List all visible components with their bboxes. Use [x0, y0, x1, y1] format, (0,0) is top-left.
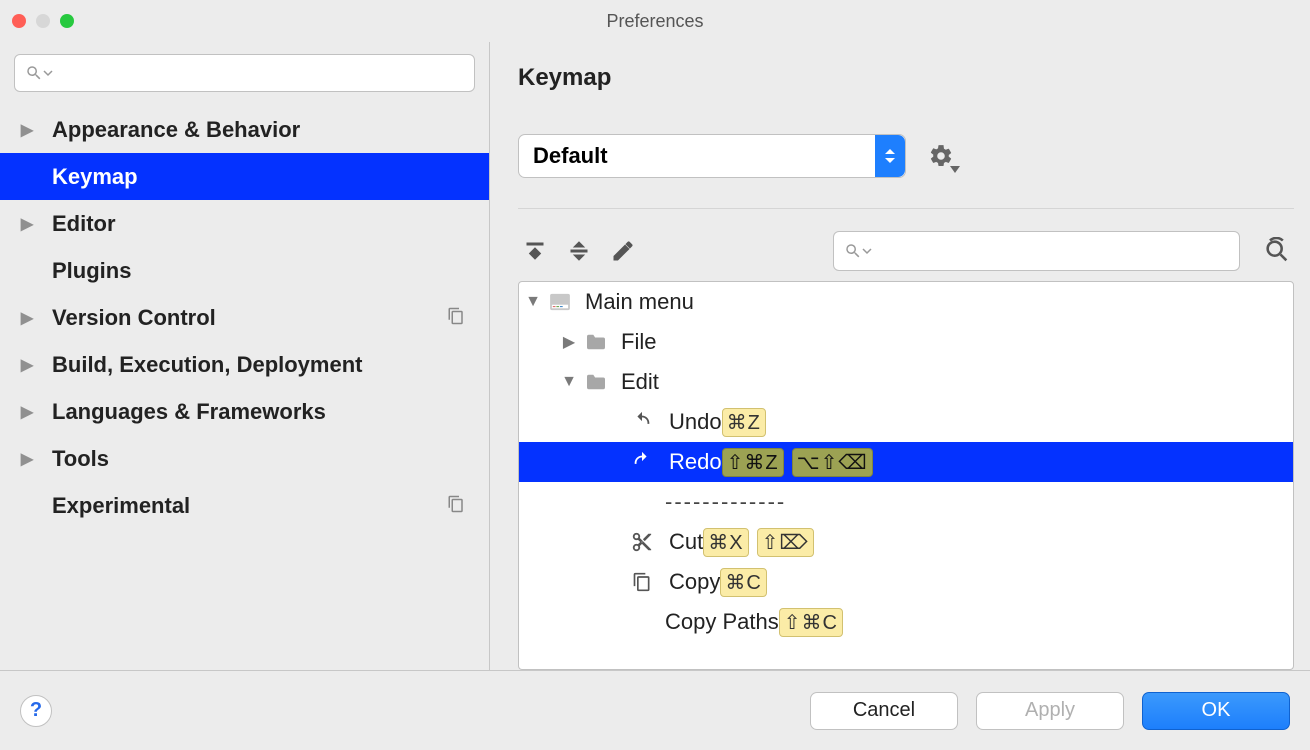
shortcut-badge: ⇧⌘Z: [722, 448, 784, 477]
tree-label: Main menu: [585, 289, 694, 315]
sidebar-item-label: Languages & Frameworks: [52, 399, 326, 425]
search-icon: [844, 242, 862, 260]
project-level-icon: [447, 305, 465, 331]
sidebar-item-experimental[interactable]: ▶Experimental: [0, 482, 489, 529]
project-level-icon: [447, 493, 465, 519]
help-button[interactable]: ?: [20, 695, 52, 727]
settings-search[interactable]: [14, 54, 475, 92]
sidebar-item-editor[interactable]: ▶Editor: [0, 200, 489, 247]
sidebar-item-plugins[interactable]: ▶Plugins: [0, 247, 489, 294]
apply-button: Apply: [976, 692, 1124, 730]
sidebar-item-label: Plugins: [52, 258, 131, 284]
folder-icon: [585, 373, 607, 391]
sidebar-item-keymap[interactable]: ▶Keymap: [0, 153, 489, 200]
chevron-down-icon: [43, 68, 53, 78]
edit-shortcut-button[interactable]: [606, 234, 640, 268]
tree-label: File: [621, 329, 656, 355]
sidebar-item-build[interactable]: ▶Build, Execution, Deployment: [0, 341, 489, 388]
collapse-all-button[interactable]: [562, 234, 596, 268]
scheme-value: Default: [533, 143, 608, 169]
button-label: Cancel: [853, 699, 915, 722]
shortcut-badge: ⌘C: [720, 568, 766, 597]
tree-separator: -------------: [519, 482, 1293, 522]
tree-node-main-menu[interactable]: ▼ Main menu: [519, 282, 1293, 322]
close-window-button[interactable]: [12, 14, 26, 28]
tree-node-edit[interactable]: ▼ Edit: [519, 362, 1293, 402]
minimize-window-button: [36, 14, 50, 28]
find-shortcut-icon: [1263, 237, 1291, 265]
shortcut-badge: ⌥⇧⌫: [792, 448, 873, 477]
scheme-actions-button[interactable]: [928, 143, 954, 169]
undo-icon: [631, 411, 653, 433]
window-controls: [12, 14, 74, 28]
sidebar-item-tools[interactable]: ▶Tools: [0, 435, 489, 482]
select-stepper-icon: [875, 135, 905, 177]
tree-action-copy-paths[interactable]: Copy Paths ⇧⌘C: [519, 602, 1293, 642]
help-icon: ?: [30, 699, 42, 722]
keymap-scheme-select[interactable]: Default: [518, 134, 906, 178]
main-menu-icon: [549, 293, 571, 311]
ok-button[interactable]: OK: [1142, 692, 1290, 730]
sidebar-item-label: Tools: [52, 446, 109, 472]
sidebar: ▶Appearance & Behavior ▶Keymap ▶Editor ▶…: [0, 42, 490, 670]
button-label: Apply: [1025, 699, 1075, 722]
sidebar-item-label: Version Control: [52, 305, 216, 331]
tree-label: Copy Paths: [665, 609, 779, 635]
settings-tree: ▶Appearance & Behavior ▶Keymap ▶Editor ▶…: [0, 106, 489, 529]
content-panel: Keymap Default: [490, 42, 1310, 670]
sidebar-item-label: Build, Execution, Deployment: [52, 352, 362, 378]
actions-tree[interactable]: ▼ Main menu ▶ File ▼ Edit: [518, 281, 1294, 670]
button-label: OK: [1202, 699, 1231, 722]
settings-search-input[interactable]: [57, 63, 464, 84]
sidebar-item-appearance[interactable]: ▶Appearance & Behavior: [0, 106, 489, 153]
cancel-button[interactable]: Cancel: [810, 692, 958, 730]
window-title: Preferences: [606, 11, 703, 32]
find-by-shortcut-button[interactable]: [1260, 234, 1294, 268]
separator-label: -------------: [665, 489, 786, 515]
redo-icon: [631, 451, 653, 473]
tree-action-cut[interactable]: Cut ⌘X ⇧⌦: [519, 522, 1293, 562]
zoom-window-button[interactable]: [60, 14, 74, 28]
tree-label: Undo: [669, 409, 722, 435]
shortcut-badge: ⌘Z: [722, 408, 766, 437]
tree-action-redo[interactable]: Redo ⇧⌘Z ⌥⇧⌫: [519, 442, 1293, 482]
sidebar-item-label: Editor: [52, 211, 116, 237]
page-title: Keymap: [518, 64, 1294, 92]
titlebar: Preferences: [0, 0, 1310, 42]
tree-action-undo[interactable]: Undo ⌘Z: [519, 402, 1293, 442]
sidebar-item-label: Keymap: [52, 164, 138, 190]
collapse-all-icon: [567, 239, 591, 263]
sidebar-item-version-control[interactable]: ▶Version Control: [0, 294, 489, 341]
chevron-down-icon: [862, 246, 872, 256]
pencil-icon: [611, 239, 635, 263]
folder-icon: [585, 333, 607, 351]
copy-icon: [631, 571, 653, 593]
tree-label: Redo: [669, 449, 722, 475]
scissors-icon: [631, 531, 653, 553]
tree-action-copy[interactable]: Copy ⌘C: [519, 562, 1293, 602]
tree-node-file[interactable]: ▶ File: [519, 322, 1293, 362]
tree-label: Edit: [621, 369, 659, 395]
sidebar-item-label: Appearance & Behavior: [52, 117, 300, 143]
action-search-input[interactable]: [876, 241, 1229, 262]
dialog-footer: ? Cancel Apply OK: [0, 670, 1310, 750]
shortcut-badge: ⇧⌦: [757, 528, 814, 557]
search-icon: [25, 64, 43, 82]
sidebar-item-languages[interactable]: ▶Languages & Frameworks: [0, 388, 489, 435]
action-search[interactable]: [833, 231, 1240, 271]
expand-all-icon: [523, 239, 547, 263]
tree-label: Cut: [669, 529, 703, 555]
shortcut-badge: ⇧⌘C: [779, 608, 843, 637]
tree-label: Copy: [669, 569, 720, 595]
expand-all-button[interactable]: [518, 234, 552, 268]
shortcut-badge: ⌘X: [703, 528, 748, 557]
sidebar-item-label: Experimental: [52, 493, 190, 519]
